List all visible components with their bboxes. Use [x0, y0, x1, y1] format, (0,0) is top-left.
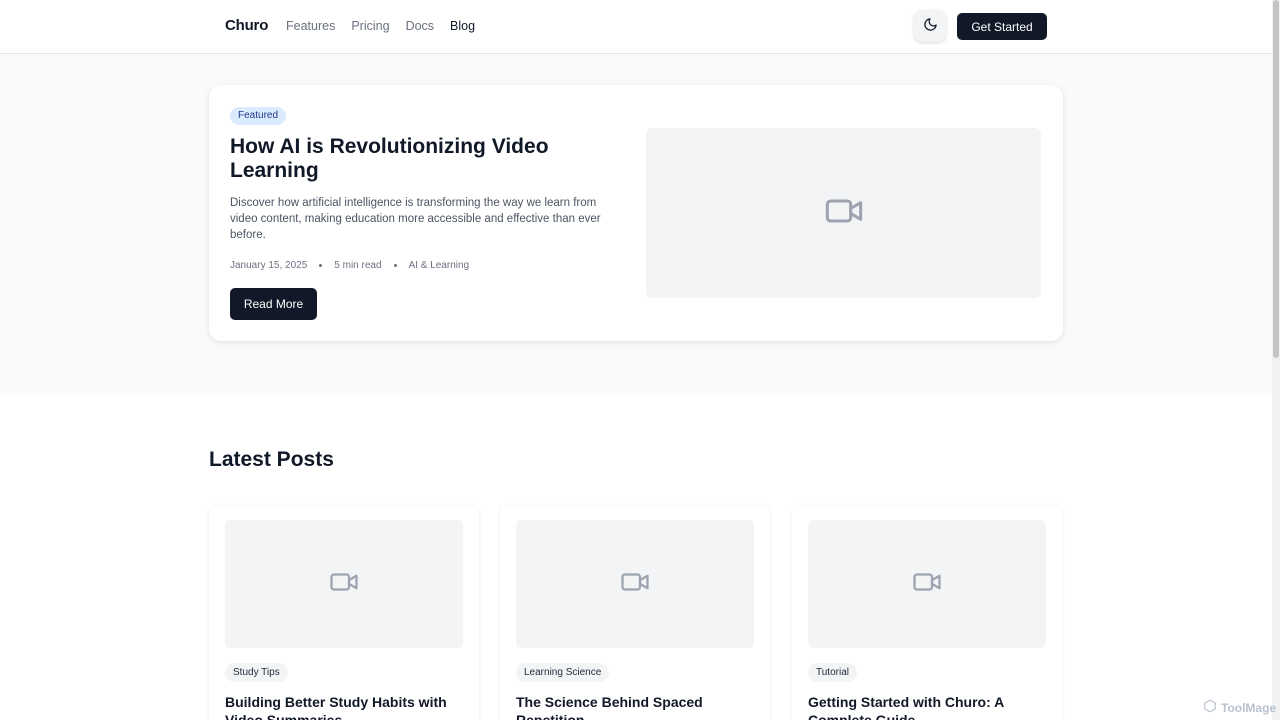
nav-link-blog[interactable]: Blog	[450, 19, 475, 33]
featured-post-description: Discover how artificial intelligence is …	[230, 197, 601, 241]
post-title[interactable]: Getting Started with Churo: A Complete G…	[808, 693, 1046, 720]
post-tag: Tutorial	[808, 663, 857, 682]
video-camera-icon	[329, 567, 359, 602]
featured-post-meta: January 15, 2025 5 min read AI & Learnin…	[230, 260, 469, 271]
post-title[interactable]: Building Better Study Habits with Video …	[225, 693, 463, 720]
video-camera-icon	[620, 567, 650, 602]
site-header: Churo Features Pricing Docs Blog Get Sta…	[0, 0, 1272, 54]
post-title[interactable]: The Science Behind Spaced Repetition	[516, 693, 754, 720]
nav-link-docs[interactable]: Docs	[406, 19, 434, 33]
nav-link-features[interactable]: Features	[286, 19, 335, 33]
read-more-button[interactable]: Read More	[230, 288, 317, 320]
post-read-time: 5 min read	[334, 260, 382, 271]
theme-toggle-button[interactable]	[914, 10, 946, 42]
featured-post-title[interactable]: How AI is Revolutionizing Video Learning	[230, 135, 610, 183]
post-card[interactable]: Learning Science The Science Behind Spac…	[500, 505, 770, 720]
video-camera-icon	[824, 191, 864, 236]
post-category: AI & Learning	[408, 260, 470, 271]
post-date: January 15, 2025	[230, 260, 308, 271]
meta-separator	[319, 264, 323, 267]
get-started-button[interactable]: Get Started	[957, 13, 1047, 40]
brand-logo[interactable]: Churo	[225, 17, 268, 34]
video-camera-icon	[912, 567, 942, 602]
post-thumbnail[interactable]	[225, 520, 463, 648]
featured-badge: Featured	[230, 107, 287, 125]
watermark: ToolMage	[1203, 699, 1276, 716]
meta-separator	[393, 264, 397, 267]
featured-post-media[interactable]	[646, 128, 1041, 298]
post-tag: Learning Science	[516, 663, 610, 682]
scrollbar-thumb[interactable]	[1273, 0, 1279, 358]
post-tag: Study Tips	[225, 663, 288, 682]
watermark-text: ToolMage	[1221, 700, 1277, 715]
post-card[interactable]: Tutorial Getting Started with Churo: A C…	[792, 505, 1062, 720]
latest-posts-heading: Latest Posts	[209, 448, 334, 471]
post-card[interactable]: Study Tips Building Better Study Habits …	[209, 505, 479, 720]
featured-post-card: Featured How AI is Revolutionizing Video…	[209, 85, 1063, 341]
hexagon-logo-icon	[1203, 699, 1217, 716]
main-nav: Features Pricing Docs Blog	[286, 19, 475, 33]
post-thumbnail[interactable]	[808, 520, 1046, 648]
nav-link-pricing[interactable]: Pricing	[351, 19, 389, 33]
moon-icon	[923, 17, 938, 35]
post-thumbnail[interactable]	[516, 520, 754, 648]
page-scrollbar[interactable]	[1272, 0, 1280, 720]
